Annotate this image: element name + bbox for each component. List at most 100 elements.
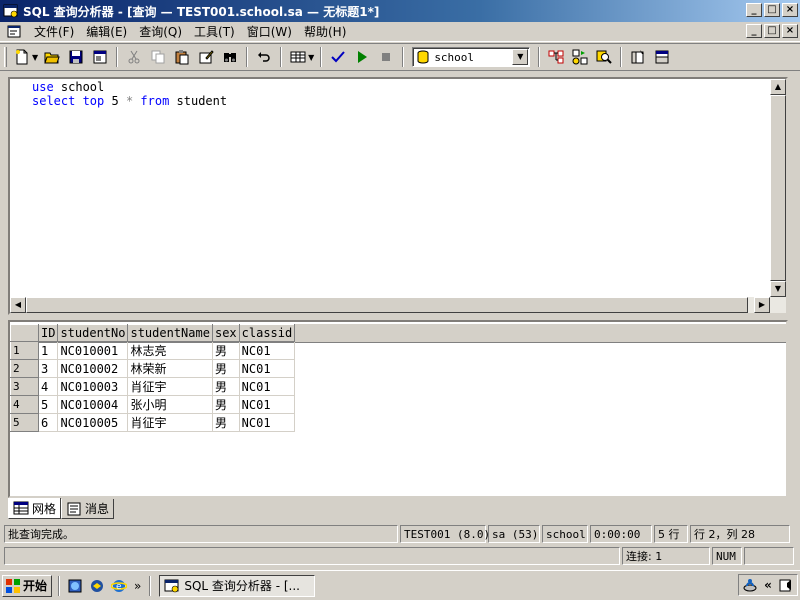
table-cell[interactable]: NC010005 [57, 413, 129, 432]
task-query-analyzer[interactable]: SQL 查询分析器 - [... [159, 574, 316, 597]
table-row[interactable]: 4 5 NC010004 张小明 男 NC01 [10, 395, 296, 414]
table-cell[interactable]: 6 [37, 413, 59, 432]
mdi-close-button[interactable]: × [782, 24, 798, 38]
table-row[interactable]: 5 6 NC010005 肖征宇 男 NC01 [10, 413, 296, 432]
table-cell[interactable]: NC01 [238, 341, 296, 360]
maximize-button[interactable]: □ [764, 3, 780, 17]
show-results-pane-button[interactable] [651, 46, 673, 68]
query-text[interactable]: use school select top 5 * from student [32, 80, 227, 108]
table-cell[interactable]: 男 [211, 395, 240, 414]
table-cell[interactable]: 1 [37, 341, 59, 360]
chevron-down-icon[interactable]: ▼ [32, 53, 38, 62]
index-tuning-button[interactable] [569, 46, 591, 68]
scrollbar-thumb[interactable] [26, 297, 748, 313]
editor-vertical-scrollbar[interactable]: ▲ ▼ [770, 79, 786, 299]
object-browser-button[interactable] [627, 46, 649, 68]
start-button[interactable]: 开始 [2, 574, 52, 597]
undo-button[interactable] [253, 46, 275, 68]
object-search-button[interactable] [593, 46, 615, 68]
table-cell[interactable]: 男 [211, 377, 240, 396]
column-header[interactable]: ID [37, 324, 59, 342]
column-header[interactable]: classid [238, 324, 296, 342]
table-cell[interactable]: NC010002 [57, 359, 129, 378]
save-button[interactable] [65, 46, 87, 68]
column-header[interactable]: studentNo [57, 324, 129, 342]
menu-window[interactable]: 窗口(W) [241, 23, 298, 40]
editor-horizontal-scrollbar[interactable]: ◀ ▶ [10, 297, 786, 313]
quicklaunch-ie-button[interactable]: e [108, 575, 130, 597]
chevron-down-icon[interactable]: ▼ [308, 53, 314, 62]
minimize-button[interactable]: _ [746, 3, 762, 17]
tab-grid[interactable]: 网格 [8, 498, 62, 519]
tray-expand[interactable]: « [764, 578, 772, 592]
table-cell[interactable]: NC01 [238, 413, 296, 432]
quicklaunch-explorer-button[interactable] [64, 575, 86, 597]
table-cell[interactable]: 男 [211, 341, 240, 360]
table-cell[interactable]: NC01 [238, 395, 296, 414]
cut-button[interactable] [123, 46, 145, 68]
table-row[interactable]: 1 1 NC010001 林志亮 男 NC01 [10, 341, 296, 360]
scroll-up-button[interactable]: ▲ [770, 79, 786, 95]
row-number[interactable]: 2 [10, 359, 39, 378]
scrollbar-thumb[interactable] [770, 95, 786, 281]
cancel-query-button[interactable] [375, 46, 397, 68]
row-number[interactable]: 5 [10, 413, 39, 432]
paste-button[interactable] [171, 46, 193, 68]
database-select[interactable]: school ▼ [412, 47, 531, 67]
table-cell[interactable]: 肖征宇 [127, 413, 213, 432]
table-cell[interactable]: 男 [211, 413, 240, 432]
table-cell[interactable]: NC01 [238, 377, 296, 396]
row-number[interactable]: 4 [10, 395, 39, 414]
table-cell[interactable]: 林荣新 [127, 359, 213, 378]
copy-button[interactable] [147, 46, 169, 68]
scroll-down-button[interactable]: ▼ [770, 281, 786, 297]
quicklaunch-more[interactable]: » [134, 579, 141, 593]
status-resize-grip[interactable] [744, 547, 794, 565]
open-button[interactable] [41, 46, 63, 68]
display-plan-button[interactable] [545, 46, 567, 68]
scroll-right-button[interactable]: ▶ [754, 297, 770, 313]
table-cell[interactable]: NC01 [238, 359, 296, 378]
table-cell[interactable]: 3 [37, 359, 59, 378]
chevron-down-icon[interactable]: ▼ [512, 49, 529, 65]
volume-icon[interactable] [778, 577, 794, 593]
mdi-minimize-button[interactable]: _ [746, 24, 762, 38]
new-query-button[interactable] [11, 46, 33, 68]
mdi-restore-button[interactable]: □ [764, 24, 780, 38]
close-button[interactable]: × [782, 3, 798, 17]
scroll-left-button[interactable]: ◀ [10, 297, 26, 313]
menu-query[interactable]: 查询(Q) [133, 23, 188, 40]
parse-query-button[interactable] [327, 46, 349, 68]
table-cell[interactable]: 男 [211, 359, 240, 378]
query-window-icon[interactable] [6, 24, 22, 40]
grid-corner[interactable] [10, 324, 39, 342]
menu-tools[interactable]: 工具(T) [188, 23, 241, 40]
tab-messages[interactable]: 消息 [61, 499, 115, 519]
row-number[interactable]: 1 [10, 341, 39, 360]
table-cell[interactable]: NC010003 [57, 377, 129, 396]
query-editor[interactable]: use school select top 5 * from student ▲… [8, 77, 788, 315]
table-cell[interactable]: NC010001 [57, 341, 129, 360]
clear-window-button[interactable] [195, 46, 217, 68]
table-cell[interactable]: 肖征宇 [127, 377, 213, 396]
insert-template-button[interactable] [89, 46, 111, 68]
menu-edit[interactable]: 编辑(E) [80, 23, 133, 40]
title-bar[interactable]: SQL 查询分析器 - [查询 — TEST001.school.sa — 无标… [0, 0, 800, 22]
toolbar-grip[interactable] [4, 47, 7, 67]
table-cell[interactable]: 林志亮 [127, 341, 213, 360]
execute-query-button[interactable] [351, 46, 373, 68]
table-row[interactable]: 3 4 NC010003 肖征宇 男 NC01 [10, 377, 296, 396]
find-button[interactable] [219, 46, 241, 68]
table-cell[interactable]: 张小明 [127, 395, 213, 414]
menu-file[interactable]: 文件(F) [28, 23, 80, 40]
table-row[interactable]: 2 3 NC010002 林荣新 男 NC01 [10, 359, 296, 378]
results-table[interactable]: ID studentNo studentName sex classid 1 1… [10, 324, 296, 432]
sql-server-agent-icon[interactable] [742, 577, 758, 593]
results-grid[interactable]: ID studentNo studentName sex classid 1 1… [8, 320, 788, 498]
table-cell[interactable]: NC010004 [57, 395, 129, 414]
column-header[interactable]: studentName [127, 324, 213, 342]
table-cell[interactable]: 5 [37, 395, 59, 414]
quicklaunch-outlook-button[interactable] [86, 575, 108, 597]
results-mode-button[interactable] [287, 46, 309, 68]
menu-help[interactable]: 帮助(H) [298, 23, 352, 40]
